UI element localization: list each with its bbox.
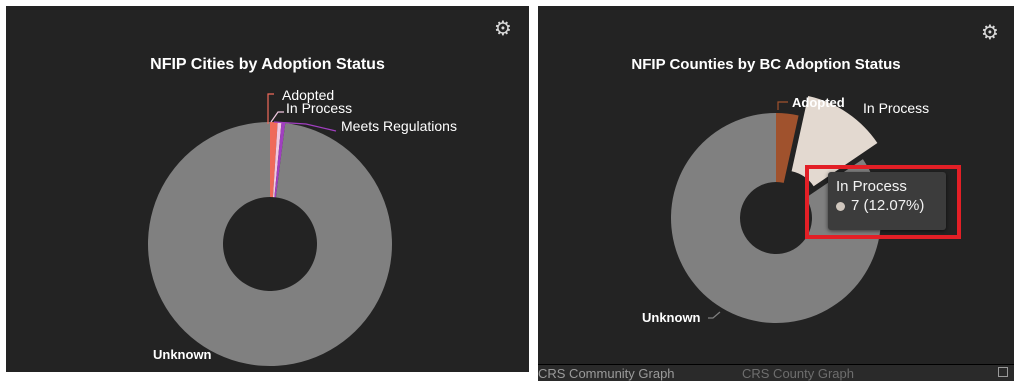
slice-label-in-process: In Process (286, 100, 352, 116)
slice-label-adopted: Adopted (792, 95, 845, 110)
leader-line (270, 111, 284, 123)
pie-slice-adopted[interactable] (776, 113, 799, 183)
cities-donut-chart: Adopted In Process Meets Regulations Unk… (148, 87, 457, 366)
slice-tooltip: In Process 7 (12.07%) (828, 172, 946, 230)
slice-label-in-process: In Process (863, 100, 929, 116)
leader-line (777, 101, 788, 110)
slice-label-unknown: Unknown (153, 347, 212, 362)
tooltip-title: In Process (836, 178, 907, 195)
tab-crs-county-graph[interactable]: CRS County Graph (742, 366, 854, 381)
tooltip-value: 7 (12.07%) (851, 197, 925, 214)
cities-chart-panel: ⚙ NFIP Cities by Adoption Status Adopted… (6, 6, 529, 372)
tooltip-dot-icon (836, 201, 845, 211)
tab-bar: CRS Community Graph CRS County Graph (538, 364, 1014, 381)
slice-label-unknown: Unknown (642, 310, 701, 325)
counties-chart-panel: ⚙ NFIP Counties by BC Adoption Status Ad… (538, 6, 1014, 381)
leader-line (708, 311, 721, 319)
expand-icon[interactable] (998, 367, 1008, 377)
tab-crs-community-graph[interactable]: CRS Community Graph (538, 366, 675, 381)
slice-label-meets-regulations: Meets Regulations (341, 118, 457, 134)
